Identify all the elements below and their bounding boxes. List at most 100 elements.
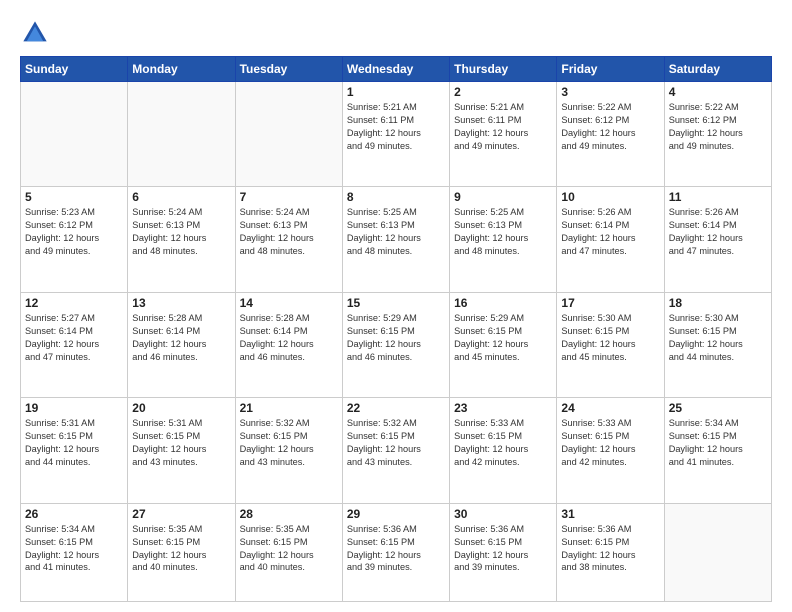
day-info: Sunrise: 5:21 AM Sunset: 6:11 PM Dayligh… — [454, 101, 552, 153]
logo-icon — [20, 18, 50, 48]
day-number: 29 — [347, 507, 445, 521]
day-info: Sunrise: 5:30 AM Sunset: 6:15 PM Dayligh… — [561, 312, 659, 364]
day-number: 18 — [669, 296, 767, 310]
calendar-cell: 17 Sunrise: 5:30 AM Sunset: 6:15 PM Dayli… — [557, 292, 664, 397]
calendar-cell: 3 Sunrise: 5:22 AM Sunset: 6:12 PM Daylig… — [557, 82, 664, 187]
day-info: Sunrise: 5:33 AM Sunset: 6:15 PM Dayligh… — [454, 417, 552, 469]
calendar-dow-tuesday: Tuesday — [235, 57, 342, 82]
calendar-cell: 28 Sunrise: 5:35 AM Sunset: 6:15 PM Dayli… — [235, 503, 342, 601]
day-info: Sunrise: 5:24 AM Sunset: 6:13 PM Dayligh… — [132, 206, 230, 258]
day-info: Sunrise: 5:32 AM Sunset: 6:15 PM Dayligh… — [240, 417, 338, 469]
day-number: 21 — [240, 401, 338, 415]
day-number: 28 — [240, 507, 338, 521]
day-number: 9 — [454, 190, 552, 204]
calendar-cell — [21, 82, 128, 187]
day-info: Sunrise: 5:22 AM Sunset: 6:12 PM Dayligh… — [669, 101, 767, 153]
day-number: 3 — [561, 85, 659, 99]
day-number: 6 — [132, 190, 230, 204]
day-number: 26 — [25, 507, 123, 521]
calendar-cell: 11 Sunrise: 5:26 AM Sunset: 6:14 PM Dayli… — [664, 187, 771, 292]
day-number: 16 — [454, 296, 552, 310]
day-info: Sunrise: 5:25 AM Sunset: 6:13 PM Dayligh… — [347, 206, 445, 258]
calendar-cell: 18Sunrise: 5:30 AM Sunset: 6:15 PM Dayli… — [664, 292, 771, 397]
day-number: 31 — [561, 507, 659, 521]
calendar-cell: 22 Sunrise: 5:32 AM Sunset: 6:15 PM Dayli… — [342, 398, 449, 503]
calendar-week-2: 12Sunrise: 5:27 AM Sunset: 6:14 PM Dayli… — [21, 292, 772, 397]
calendar-cell: 13Sunrise: 5:28 AM Sunset: 6:14 PM Dayli… — [128, 292, 235, 397]
day-number: 11 — [669, 190, 767, 204]
calendar-cell: 27 Sunrise: 5:35 AM Sunset: 6:15 PM Dayli… — [128, 503, 235, 601]
day-number: 10 — [561, 190, 659, 204]
calendar-cell: 26 Sunrise: 5:34 AM Sunset: 6:15 PM Dayli… — [21, 503, 128, 601]
calendar-dow-friday: Friday — [557, 57, 664, 82]
day-info: Sunrise: 5:23 AM Sunset: 6:12 PM Dayligh… — [25, 206, 123, 258]
day-info: Sunrise: 5:35 AM Sunset: 6:15 PM Dayligh… — [132, 523, 230, 575]
day-number: 27 — [132, 507, 230, 521]
day-info: Sunrise: 5:29 AM Sunset: 6:15 PM Dayligh… — [347, 312, 445, 364]
day-number: 17 — [561, 296, 659, 310]
calendar-dow-saturday: Saturday — [664, 57, 771, 82]
page: SundayMondayTuesdayWednesdayThursdayFrid… — [0, 0, 792, 612]
calendar-cell — [128, 82, 235, 187]
calendar-cell: 30 Sunrise: 5:36 AM Sunset: 6:15 PM Dayli… — [450, 503, 557, 601]
day-info: Sunrise: 5:24 AM Sunset: 6:13 PM Dayligh… — [240, 206, 338, 258]
calendar-cell: 16 Sunrise: 5:29 AM Sunset: 6:15 PM Dayli… — [450, 292, 557, 397]
day-info: Sunrise: 5:34 AM Sunset: 6:15 PM Dayligh… — [669, 417, 767, 469]
calendar-cell: 25 Sunrise: 5:34 AM Sunset: 6:15 PM Dayli… — [664, 398, 771, 503]
calendar-cell: 24 Sunrise: 5:33 AM Sunset: 6:15 PM Dayli… — [557, 398, 664, 503]
calendar-cell: 9 Sunrise: 5:25 AM Sunset: 6:13 PM Daylig… — [450, 187, 557, 292]
day-number: 15 — [347, 296, 445, 310]
day-info: Sunrise: 5:36 AM Sunset: 6:15 PM Dayligh… — [347, 523, 445, 575]
calendar-cell: 6 Sunrise: 5:24 AM Sunset: 6:13 PM Daylig… — [128, 187, 235, 292]
calendar-cell: 29 Sunrise: 5:36 AM Sunset: 6:15 PM Dayli… — [342, 503, 449, 601]
calendar-cell: 19 Sunrise: 5:31 AM Sunset: 6:15 PM Dayli… — [21, 398, 128, 503]
day-info: Sunrise: 5:36 AM Sunset: 6:15 PM Dayligh… — [454, 523, 552, 575]
day-number: 22 — [347, 401, 445, 415]
day-number: 7 — [240, 190, 338, 204]
day-info: Sunrise: 5:32 AM Sunset: 6:15 PM Dayligh… — [347, 417, 445, 469]
day-number: 13 — [132, 296, 230, 310]
calendar-cell: 23Sunrise: 5:33 AM Sunset: 6:15 PM Dayli… — [450, 398, 557, 503]
day-number: 24 — [561, 401, 659, 415]
day-info: Sunrise: 5:33 AM Sunset: 6:15 PM Dayligh… — [561, 417, 659, 469]
day-info: Sunrise: 5:31 AM Sunset: 6:15 PM Dayligh… — [132, 417, 230, 469]
day-number: 12 — [25, 296, 123, 310]
day-info: Sunrise: 5:22 AM Sunset: 6:12 PM Dayligh… — [561, 101, 659, 153]
day-info: Sunrise: 5:34 AM Sunset: 6:15 PM Dayligh… — [25, 523, 123, 575]
calendar-cell: 10 Sunrise: 5:26 AM Sunset: 6:14 PM Dayli… — [557, 187, 664, 292]
calendar-cell: 7 Sunrise: 5:24 AM Sunset: 6:13 PM Daylig… — [235, 187, 342, 292]
calendar-dow-wednesday: Wednesday — [342, 57, 449, 82]
day-info: Sunrise: 5:31 AM Sunset: 6:15 PM Dayligh… — [25, 417, 123, 469]
calendar-cell — [235, 82, 342, 187]
day-number: 25 — [669, 401, 767, 415]
day-info: Sunrise: 5:21 AM Sunset: 6:11 PM Dayligh… — [347, 101, 445, 153]
header — [20, 18, 772, 48]
day-info: Sunrise: 5:26 AM Sunset: 6:14 PM Dayligh… — [669, 206, 767, 258]
day-info: Sunrise: 5:25 AM Sunset: 6:13 PM Dayligh… — [454, 206, 552, 258]
calendar-dow-monday: Monday — [128, 57, 235, 82]
day-info: Sunrise: 5:35 AM Sunset: 6:15 PM Dayligh… — [240, 523, 338, 575]
day-number: 1 — [347, 85, 445, 99]
day-number: 19 — [25, 401, 123, 415]
logo — [20, 18, 54, 48]
calendar-cell: 20Sunrise: 5:31 AM Sunset: 6:15 PM Dayli… — [128, 398, 235, 503]
day-info: Sunrise: 5:29 AM Sunset: 6:15 PM Dayligh… — [454, 312, 552, 364]
calendar-cell — [664, 503, 771, 601]
calendar-cell: 31 Sunrise: 5:36 AM Sunset: 6:15 PM Dayli… — [557, 503, 664, 601]
day-info: Sunrise: 5:28 AM Sunset: 6:14 PM Dayligh… — [240, 312, 338, 364]
calendar-header-row: SundayMondayTuesdayWednesdayThursdayFrid… — [21, 57, 772, 82]
calendar-week-4: 26 Sunrise: 5:34 AM Sunset: 6:15 PM Dayli… — [21, 503, 772, 601]
calendar-cell: 21 Sunrise: 5:32 AM Sunset: 6:15 PM Dayli… — [235, 398, 342, 503]
day-number: 8 — [347, 190, 445, 204]
calendar-cell: 8 Sunrise: 5:25 AM Sunset: 6:13 PM Daylig… — [342, 187, 449, 292]
calendar-cell: 15 Sunrise: 5:29 AM Sunset: 6:15 PM Dayli… — [342, 292, 449, 397]
calendar-dow-thursday: Thursday — [450, 57, 557, 82]
day-number: 30 — [454, 507, 552, 521]
calendar-dow-sunday: Sunday — [21, 57, 128, 82]
day-info: Sunrise: 5:26 AM Sunset: 6:14 PM Dayligh… — [561, 206, 659, 258]
calendar-week-0: 1 Sunrise: 5:21 AM Sunset: 6:11 PM Daylig… — [21, 82, 772, 187]
calendar-week-3: 19 Sunrise: 5:31 AM Sunset: 6:15 PM Dayli… — [21, 398, 772, 503]
calendar-cell: 4Sunrise: 5:22 AM Sunset: 6:12 PM Daylig… — [664, 82, 771, 187]
day-info: Sunrise: 5:36 AM Sunset: 6:15 PM Dayligh… — [561, 523, 659, 575]
calendar-cell: 12Sunrise: 5:27 AM Sunset: 6:14 PM Dayli… — [21, 292, 128, 397]
